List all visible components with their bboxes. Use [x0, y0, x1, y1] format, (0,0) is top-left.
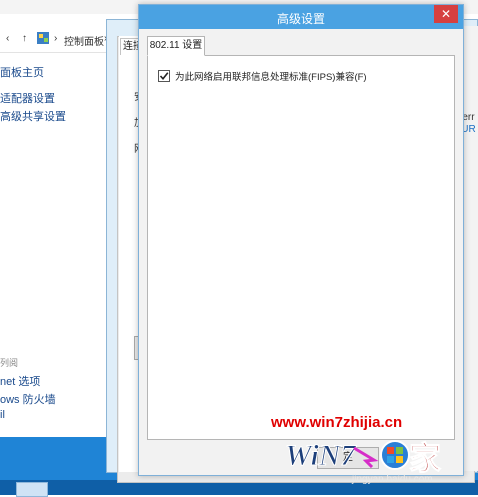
sidebar-link-internet-options[interactable]: net 选项 — [0, 373, 40, 389]
sidebar-link-adapter-settings[interactable]: 适配器设置 — [0, 90, 55, 106]
fips-checkbox-label: 为此网络启用联邦信息处理标准(FIPS)兼容(F) — [175, 72, 367, 83]
checkmark-icon — [159, 72, 169, 81]
control-panel-icon — [36, 31, 50, 48]
mouse-pointer-icon — [352, 446, 382, 471]
dialog-title: 高级设置 — [276, 12, 325, 26]
tab-802-11-settings[interactable]: 802.11 设置 — [147, 36, 205, 56]
svg-text:家: 家 — [409, 439, 441, 475]
back-arrow-icon[interactable]: ‹ — [6, 33, 9, 44]
breadcrumb[interactable]: 控制面板 — [64, 33, 104, 48]
advanced-settings-dialog: 高级设置 ✕ 802.11 设置 为此网络启用联邦信息处理标准(FIPS)兼容(… — [138, 4, 464, 476]
watermark-url: www.win7zhijia.cn — [271, 414, 403, 431]
fips-checkbox[interactable] — [158, 70, 170, 82]
up-arrow-icon[interactable]: ↑ — [22, 33, 27, 44]
title-bar[interactable]: 高级设置 ✕ — [139, 5, 463, 29]
fips-checkbox-row[interactable]: 为此网络启用联邦信息处理标准(FIPS)兼容(F) — [158, 69, 367, 83]
svg-text:WiN7: WiN7 — [285, 439, 357, 472]
sidebar-section-label: 列阅 — [0, 358, 19, 368]
sidebar-link-firewall[interactable]: ows 防火墙 — [0, 391, 56, 407]
close-button[interactable]: ✕ — [434, 5, 458, 23]
sidebar-link-advanced-sharing[interactable]: 高级共享设置 — [0, 108, 66, 124]
sidebar-link-clip[interactable]: il — [0, 409, 5, 421]
breadcrumb-chevron-icon: › — [54, 33, 58, 44]
settings-panel: 为此网络启用联邦信息处理标准(FIPS)兼容(F) — [147, 55, 455, 440]
sidebar-link-home[interactable]: 面板主页 — [0, 64, 44, 80]
watermark-sub: jingyan.baidu.com — [352, 474, 433, 485]
